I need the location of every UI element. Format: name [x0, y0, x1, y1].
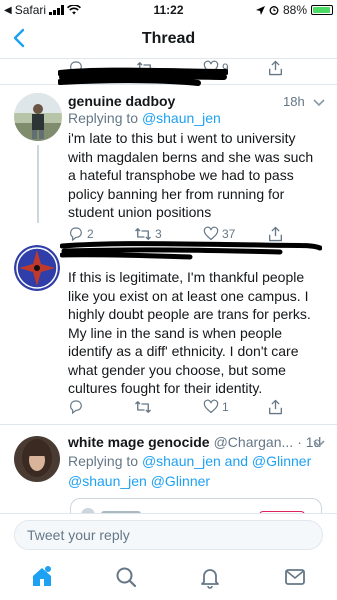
nav-divider — [0, 58, 337, 59]
mention-link[interactable]: @shaun_jen — [142, 110, 221, 126]
tweet-text: If this is legitimate, I'm thankful peop… — [68, 269, 311, 396]
avatar-photo — [14, 93, 62, 141]
avatar-photo — [14, 436, 60, 482]
navigation-bar: Thread — [0, 20, 337, 58]
replying-to-label: Replying to — [68, 110, 139, 126]
notification-dot — [45, 566, 51, 572]
battery-icon — [311, 5, 333, 15]
tweet-header: white mage genocide @Chargan... · 1d — [68, 434, 321, 450]
reply-input[interactable]: Tweet your reply — [14, 520, 323, 550]
thread-line — [37, 145, 39, 223]
retweet-button[interactable] — [134, 399, 152, 415]
share-button[interactable] — [268, 399, 283, 415]
replying-to: Replying to @shaun_jen and @Glinner — [68, 453, 311, 469]
avatar[interactable] — [14, 245, 60, 291]
page-title: Thread — [141, 30, 196, 47]
reply-icon — [70, 400, 82, 415]
share-button[interactable] — [268, 60, 283, 76]
tweet-time: 18h — [283, 94, 305, 109]
tab-bar — [0, 555, 337, 600]
location-arrow-icon — [255, 5, 265, 15]
heart-icon — [203, 399, 219, 414]
replying-to: Replying to @shaun_jen — [68, 110, 221, 126]
mention-link[interactable]: @shaun_jen and @Glinner — [142, 453, 311, 469]
avatar[interactable] — [14, 93, 62, 141]
search-icon[interactable] — [114, 565, 138, 589]
reply-composer-bar: Tweet your reply — [0, 513, 337, 555]
redaction-scribble — [60, 241, 322, 260]
chevron-down-icon[interactable] — [312, 437, 326, 451]
avatar[interactable] — [14, 436, 60, 482]
tweet-mentions: @shaun_jen @Glinner — [68, 473, 210, 489]
avatar-logo — [14, 245, 60, 291]
notifications-icon[interactable] — [198, 565, 222, 589]
alarm-icon — [269, 6, 279, 15]
retweet-icon — [135, 401, 151, 413]
status-right: 88% — [255, 3, 333, 17]
mention-link[interactable]: @shaun_jen @Glinner — [68, 473, 210, 489]
replying-to-label: Replying to — [68, 453, 139, 469]
messages-icon[interactable] — [283, 565, 307, 589]
tweet-divider — [0, 424, 337, 425]
chevron-down-icon[interactable] — [312, 96, 326, 110]
display-name[interactable]: genuine dadboy — [68, 93, 175, 109]
tweet-header: genuine dadboy — [68, 93, 175, 109]
share-icon — [269, 399, 282, 415]
user-handle[interactable]: @Chargan... — [214, 434, 294, 450]
battery-percent: 88% — [282, 3, 307, 17]
like-button[interactable]: 1 — [203, 399, 229, 414]
reply-button[interactable] — [68, 399, 84, 415]
like-count: 1 — [222, 399, 229, 414]
display-name[interactable]: white mage genocide — [68, 434, 210, 450]
share-icon — [269, 60, 282, 76]
status-bar: ◀ Safari 11:22 88% — [0, 0, 337, 20]
tweet-text: i'm late to this but i went to universit… — [68, 130, 314, 220]
